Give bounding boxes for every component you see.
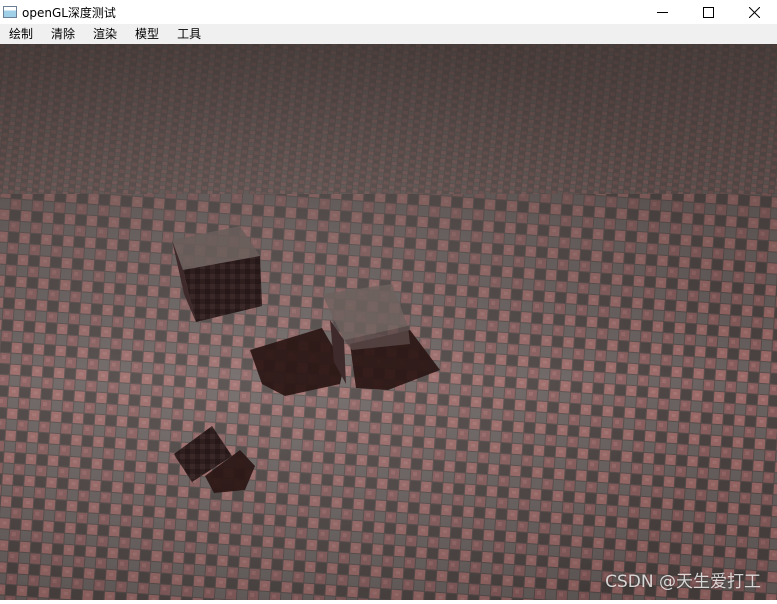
maximize-icon: [702, 6, 714, 18]
maximize-button[interactable]: [685, 0, 731, 24]
window-title: openGL深度测试: [22, 5, 116, 20]
menu-draw[interactable]: 绘制: [0, 24, 42, 44]
minimize-button[interactable]: [639, 0, 685, 24]
minimize-icon: [656, 11, 668, 13]
csdn-watermark: CSDN @天生爱打工: [605, 572, 761, 592]
menu-tools[interactable]: 工具: [168, 24, 210, 44]
menu-clear[interactable]: 清除: [42, 24, 84, 44]
app-window-icon[interactable]: [3, 6, 17, 18]
menu-model[interactable]: 模型: [126, 24, 168, 44]
opengl-viewport[interactable]: CSDN @天生爱打工: [0, 44, 777, 600]
title-bar: openGL深度测试: [0, 0, 777, 24]
menu-render[interactable]: 渲染: [84, 24, 126, 44]
window-bottom-edge: [0, 600, 777, 604]
window-controls: [639, 0, 777, 24]
scene-canvas: [0, 44, 777, 600]
menu-bar: 绘制 清除 渲染 模型 工具: [0, 24, 777, 44]
close-icon: [748, 6, 760, 18]
close-button[interactable]: [731, 0, 777, 24]
